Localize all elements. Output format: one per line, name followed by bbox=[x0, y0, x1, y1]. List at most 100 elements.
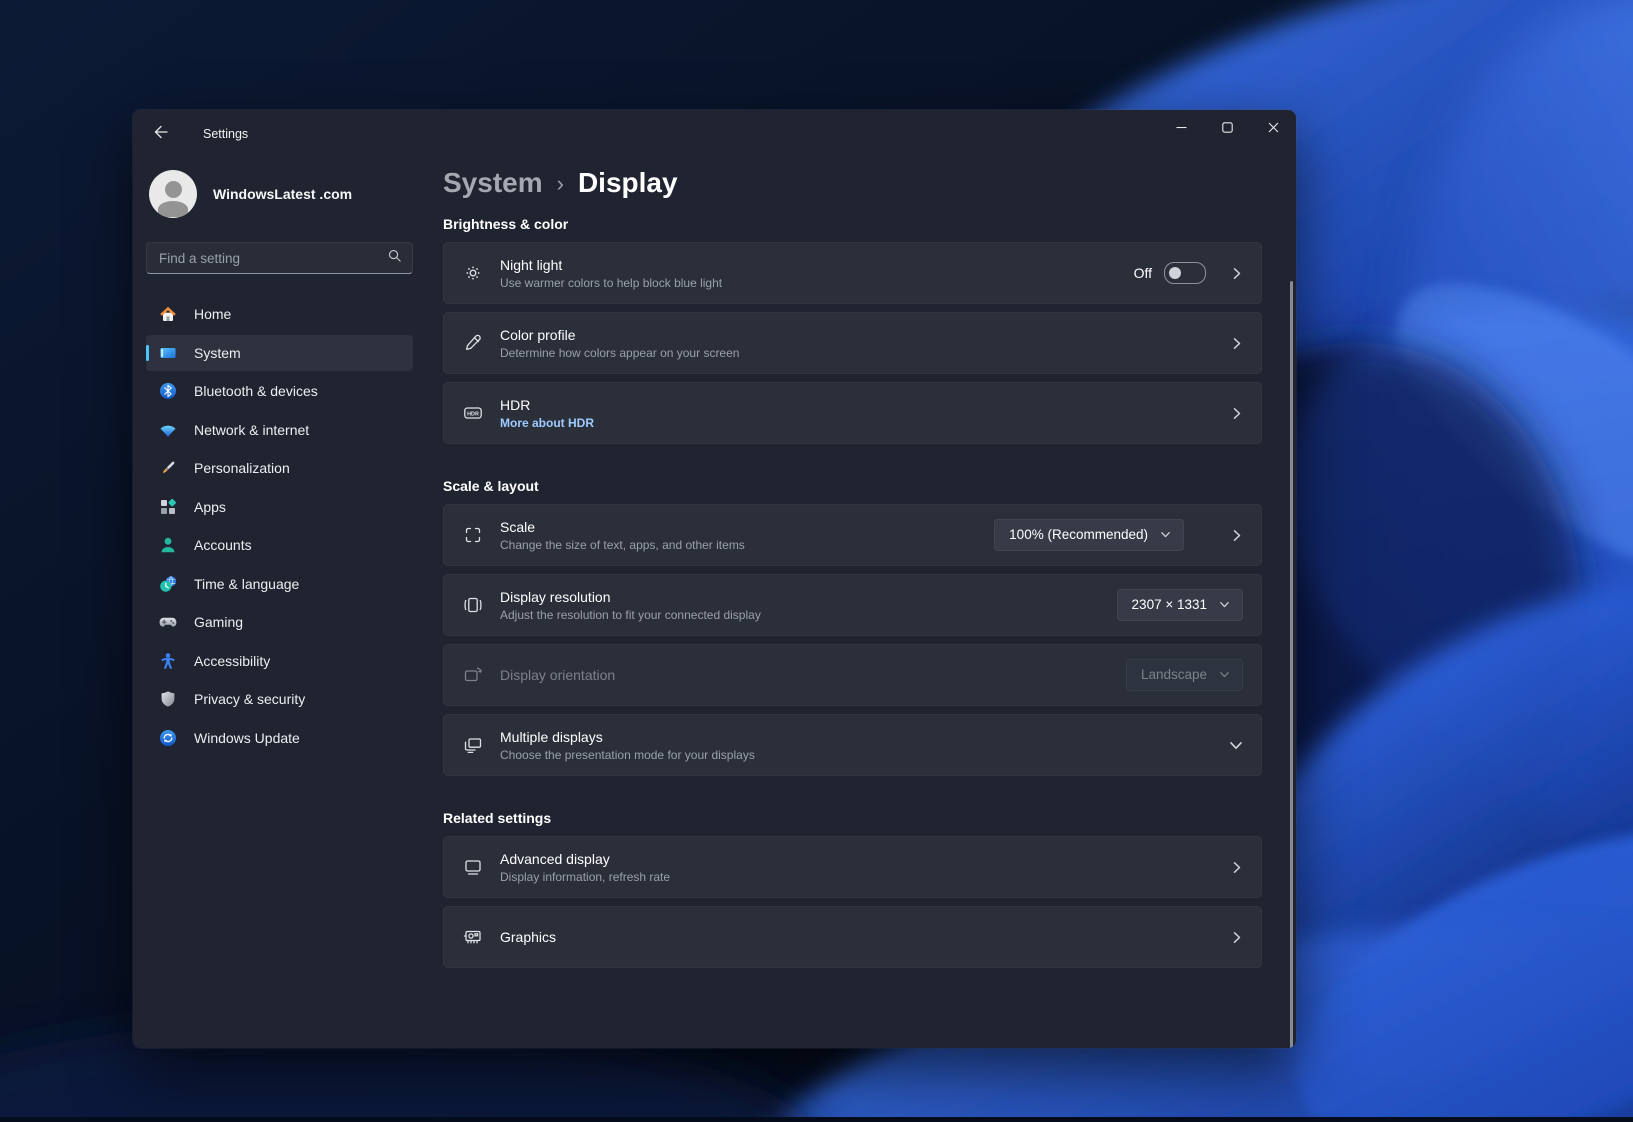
sidebar-item-label: Apps bbox=[194, 499, 226, 515]
color-profile-icon bbox=[462, 332, 484, 354]
scale-icon bbox=[462, 524, 484, 546]
system-icon bbox=[158, 343, 178, 363]
breadcrumb: System › Display bbox=[443, 167, 1262, 199]
sidebar-item-label: Windows Update bbox=[194, 730, 300, 746]
setting-title: Night light bbox=[500, 257, 722, 273]
setting-row-scale[interactable]: Scale Change the size of text, apps, and… bbox=[443, 504, 1262, 566]
privacy-security-icon bbox=[158, 689, 178, 709]
section-header-scale-layout: Scale & layout bbox=[443, 478, 1262, 494]
setting-description: Use warmer colors to help block blue lig… bbox=[500, 276, 722, 290]
display-orientation-icon bbox=[462, 664, 484, 686]
setting-title: Multiple displays bbox=[500, 729, 755, 745]
search-box[interactable] bbox=[146, 242, 413, 274]
night-light-toggle[interactable] bbox=[1164, 262, 1206, 284]
sidebar-item-home[interactable]: Home bbox=[146, 296, 413, 332]
night-light-icon bbox=[462, 262, 484, 284]
setting-title: Color profile bbox=[500, 327, 739, 343]
sidebar-item-label: Bluetooth & devices bbox=[194, 383, 318, 399]
setting-row-display-orientation: Display orientation Landscape bbox=[443, 644, 1262, 706]
network-icon bbox=[158, 420, 178, 440]
sidebar: WindowsLatest .com bbox=[133, 158, 443, 1048]
sidebar-item-time-language[interactable]: Time & language bbox=[146, 566, 413, 602]
scale-dropdown[interactable]: 100% (Recommended) bbox=[994, 519, 1184, 551]
maximize-icon bbox=[1222, 122, 1233, 133]
sidebar-item-label: Personalization bbox=[194, 460, 290, 476]
setting-title: Display resolution bbox=[500, 589, 761, 605]
sidebar-item-windows-update[interactable]: Windows Update bbox=[146, 720, 413, 756]
sidebar-item-label: Accounts bbox=[194, 537, 252, 553]
sidebar-item-personalization[interactable]: Personalization bbox=[146, 450, 413, 486]
dropdown-value: Landscape bbox=[1141, 667, 1207, 682]
setting-row-display-resolution[interactable]: Display resolution Adjust the resolution… bbox=[443, 574, 1262, 636]
chevron-right-icon bbox=[1230, 337, 1243, 350]
gaming-icon bbox=[158, 612, 178, 632]
chevron-down-icon[interactable] bbox=[1229, 738, 1243, 752]
hdr-icon: HDR bbox=[462, 402, 484, 424]
sidebar-item-label: System bbox=[194, 345, 241, 361]
display-resolution-dropdown[interactable]: 2307 × 1331 bbox=[1117, 589, 1243, 621]
sidebar-item-system[interactable]: System bbox=[146, 335, 413, 371]
close-button[interactable] bbox=[1250, 110, 1296, 144]
sidebar-item-label: Gaming bbox=[194, 614, 243, 630]
graphics-icon bbox=[462, 926, 484, 948]
setting-row-night-light[interactable]: Night light Use warmer colors to help bl… bbox=[443, 242, 1262, 304]
apps-icon bbox=[158, 497, 178, 517]
dropdown-value: 100% (Recommended) bbox=[1009, 527, 1148, 542]
back-arrow-icon bbox=[153, 124, 169, 145]
setting-row-graphics[interactable]: Graphics bbox=[443, 906, 1262, 968]
chevron-right-icon bbox=[1230, 529, 1243, 542]
dropdown-value: 2307 × 1331 bbox=[1132, 597, 1207, 612]
section-header-brightness-color: Brightness & color bbox=[443, 216, 1262, 232]
display-orientation-dropdown: Landscape bbox=[1126, 659, 1243, 691]
scrollbar[interactable] bbox=[1290, 281, 1293, 1048]
page-title: Display bbox=[578, 167, 678, 199]
sidebar-item-gaming[interactable]: Gaming bbox=[146, 604, 413, 640]
time-language-icon bbox=[158, 574, 178, 594]
search-input[interactable] bbox=[151, 251, 387, 266]
breadcrumb-chevron-icon: › bbox=[557, 171, 564, 197]
maximize-button[interactable] bbox=[1204, 110, 1250, 144]
titlebar: Settings bbox=[133, 110, 1296, 158]
chevron-right-icon bbox=[1230, 407, 1243, 420]
toggle-knob bbox=[1169, 267, 1181, 279]
user-name: WindowsLatest .com bbox=[213, 186, 352, 202]
sidebar-item-network-internet[interactable]: Network & internet bbox=[146, 412, 413, 448]
sidebar-item-label: Network & internet bbox=[194, 422, 309, 438]
accounts-icon bbox=[158, 535, 178, 555]
sidebar-item-apps[interactable]: Apps bbox=[146, 489, 413, 525]
content-pane: System › Display Brightness & color Nigh… bbox=[443, 158, 1296, 1048]
user-profile[interactable]: WindowsLatest .com bbox=[149, 170, 413, 218]
setting-description: Determine how colors appear on your scre… bbox=[500, 346, 739, 360]
setting-title: Scale bbox=[500, 519, 745, 535]
breadcrumb-system[interactable]: System bbox=[443, 167, 543, 199]
sidebar-item-accessibility[interactable]: Accessibility bbox=[146, 643, 413, 679]
setting-description: Choose the presentation mode for your di… bbox=[500, 748, 755, 762]
chevron-down-icon bbox=[1160, 529, 1171, 540]
personalization-icon bbox=[158, 458, 178, 478]
selected-indicator bbox=[146, 345, 149, 361]
sidebar-item-label: Privacy & security bbox=[194, 691, 305, 707]
setting-row-multiple-displays[interactable]: Multiple displays Choose the presentatio… bbox=[443, 714, 1262, 776]
sidebar-item-accounts[interactable]: Accounts bbox=[146, 527, 413, 563]
svg-text:HDR: HDR bbox=[467, 411, 479, 417]
setting-title: Advanced display bbox=[500, 851, 670, 867]
setting-row-hdr[interactable]: HDR HDR More about HDR bbox=[443, 382, 1262, 444]
chevron-down-icon bbox=[1219, 599, 1230, 610]
setting-row-advanced-display[interactable]: Advanced display Display information, re… bbox=[443, 836, 1262, 898]
avatar bbox=[149, 170, 197, 218]
section-header-related-settings: Related settings bbox=[443, 810, 1262, 826]
sidebar-item-label: Accessibility bbox=[194, 653, 270, 669]
setting-description: Adjust the resolution to fit your connec… bbox=[500, 608, 761, 622]
setting-title: HDR bbox=[500, 397, 594, 413]
advanced-display-icon bbox=[462, 856, 484, 878]
chevron-right-icon bbox=[1230, 861, 1243, 874]
setting-row-color-profile[interactable]: Color profile Determine how colors appea… bbox=[443, 312, 1262, 374]
back-button[interactable] bbox=[145, 119, 177, 149]
sidebar-item-privacy-security[interactable]: Privacy & security bbox=[146, 681, 413, 717]
sidebar-item-bluetooth-devices[interactable]: Bluetooth & devices bbox=[146, 373, 413, 409]
minimize-icon bbox=[1176, 122, 1187, 133]
bluetooth-icon bbox=[158, 381, 178, 401]
search-icon bbox=[387, 248, 402, 268]
more-about-hdr-link[interactable]: More about HDR bbox=[500, 416, 594, 430]
minimize-button[interactable] bbox=[1158, 110, 1204, 144]
